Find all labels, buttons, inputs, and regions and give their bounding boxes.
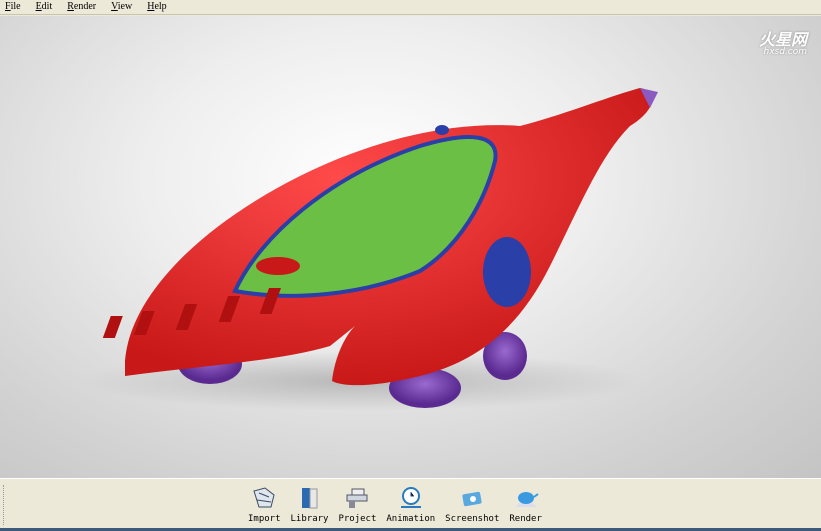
3d-viewport[interactable]: 火星网 hxsd.com [0, 16, 821, 478]
project-button[interactable]: Project [338, 485, 376, 524]
menu-help[interactable]: Help [142, 0, 173, 14]
render-label: Render [509, 514, 542, 524]
library-icon [302, 488, 318, 509]
menu-render[interactable]: Render [62, 0, 103, 14]
render-icon [514, 492, 539, 507]
menu-view[interactable]: View [106, 0, 139, 14]
project-label: Project [338, 514, 377, 524]
screenshot-button[interactable]: Screenshot [445, 485, 499, 524]
screenshot-icon [462, 491, 482, 507]
side-light [483, 237, 531, 307]
intake [256, 257, 300, 275]
screenshot-label: Screenshot [445, 514, 500, 524]
library-label: Library [290, 514, 329, 524]
bottom-toolbar: Import Library Project Animation Screens… [0, 478, 821, 531]
toolbar-grip[interactable] [3, 485, 6, 525]
animation-label: Animation [386, 514, 436, 524]
render-button[interactable]: Render [509, 485, 542, 524]
project-icon [346, 488, 368, 508]
library-button[interactable]: Library [290, 485, 329, 524]
import-icon [253, 487, 275, 508]
watermark-logo: 火星网 hxsd.com [759, 26, 807, 57]
antenna [435, 125, 449, 135]
watermark-en: hxsd.com [763, 47, 807, 57]
import-button[interactable]: Import [248, 485, 281, 524]
menu-bar: File Edit Render View Help [0, 0, 821, 15]
animation-button[interactable]: Animation [386, 485, 435, 524]
vehicle-model [80, 88, 658, 411]
menu-edit[interactable]: Edit [31, 0, 60, 14]
animation-icon [400, 487, 421, 508]
menu-file[interactable]: File [0, 0, 28, 14]
import-label: Import [248, 514, 281, 524]
